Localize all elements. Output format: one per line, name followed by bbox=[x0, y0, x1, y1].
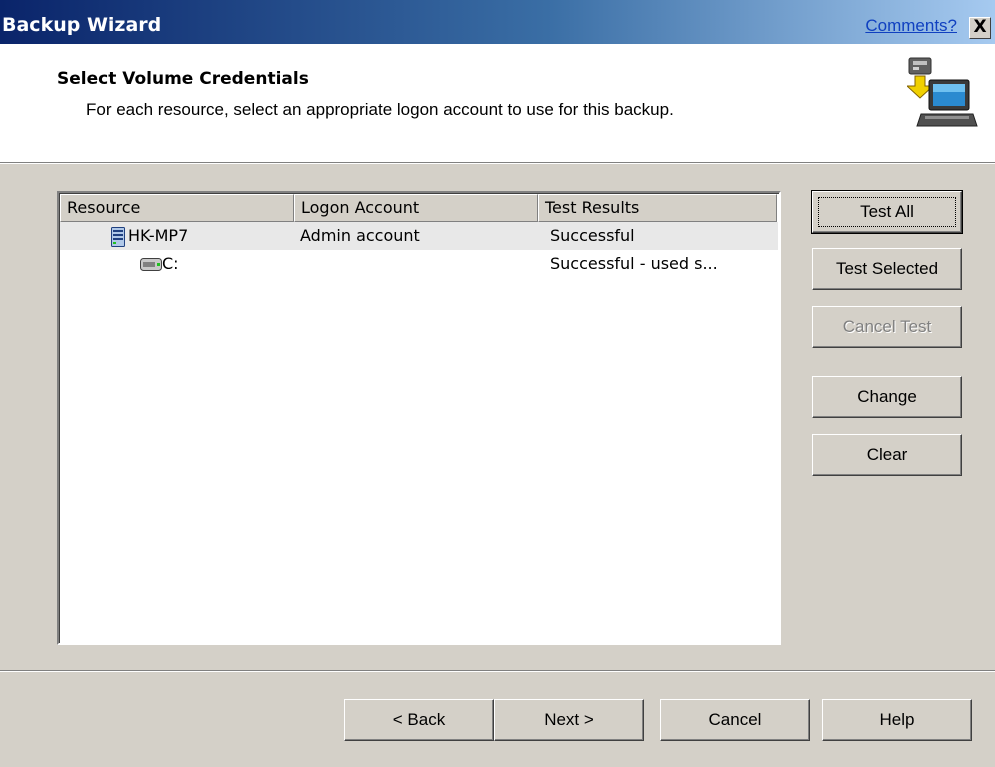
resource-name: C: bbox=[162, 254, 179, 273]
next-button[interactable]: Next > bbox=[494, 699, 644, 741]
list-row-drive[interactable]: C: Successful - used s... bbox=[60, 250, 778, 278]
computer-credentials-icon bbox=[907, 57, 978, 127]
test-result: Successful - used s... bbox=[550, 254, 718, 273]
close-button[interactable]: X bbox=[969, 17, 991, 39]
back-button[interactable]: < Back bbox=[344, 699, 494, 741]
cancel-test-button[interactable]: Cancel Test bbox=[812, 306, 962, 348]
cancel-button[interactable]: Cancel bbox=[660, 699, 810, 741]
list-header: Resource Logon Account Test Results bbox=[60, 194, 778, 222]
column-header-test-results[interactable]: Test Results bbox=[538, 194, 777, 222]
change-button[interactable]: Change bbox=[812, 376, 962, 418]
list-row-server[interactable]: HK-MP7 Admin account Successful bbox=[60, 222, 778, 250]
drive-icon bbox=[140, 258, 162, 271]
page-subtitle: For each resource, select an appropriate… bbox=[86, 100, 674, 119]
comments-link[interactable]: Comments? bbox=[865, 16, 957, 36]
logon-account: Admin account bbox=[300, 226, 420, 245]
wizard-header: Select Volume Credentials For each resou… bbox=[0, 44, 995, 162]
clear-button[interactable]: Clear bbox=[812, 434, 962, 476]
test-all-button[interactable]: Test All bbox=[811, 190, 963, 234]
page-title: Select Volume Credentials bbox=[57, 69, 309, 89]
column-header-resource[interactable]: Resource bbox=[60, 194, 294, 222]
credentials-list[interactable]: Resource Logon Account Test Results HK-M… bbox=[57, 191, 781, 645]
close-icon: X bbox=[973, 17, 987, 37]
help-button[interactable]: Help bbox=[822, 699, 972, 741]
window-title: Backup Wizard bbox=[2, 14, 162, 36]
column-header-logon-account[interactable]: Logon Account bbox=[294, 194, 538, 222]
server-icon bbox=[111, 227, 125, 247]
title-bar: Backup Wizard Comments? X bbox=[0, 0, 995, 44]
resource-name: HK-MP7 bbox=[128, 226, 189, 245]
test-selected-button[interactable]: Test Selected bbox=[812, 248, 962, 290]
test-result: Successful bbox=[550, 226, 635, 245]
